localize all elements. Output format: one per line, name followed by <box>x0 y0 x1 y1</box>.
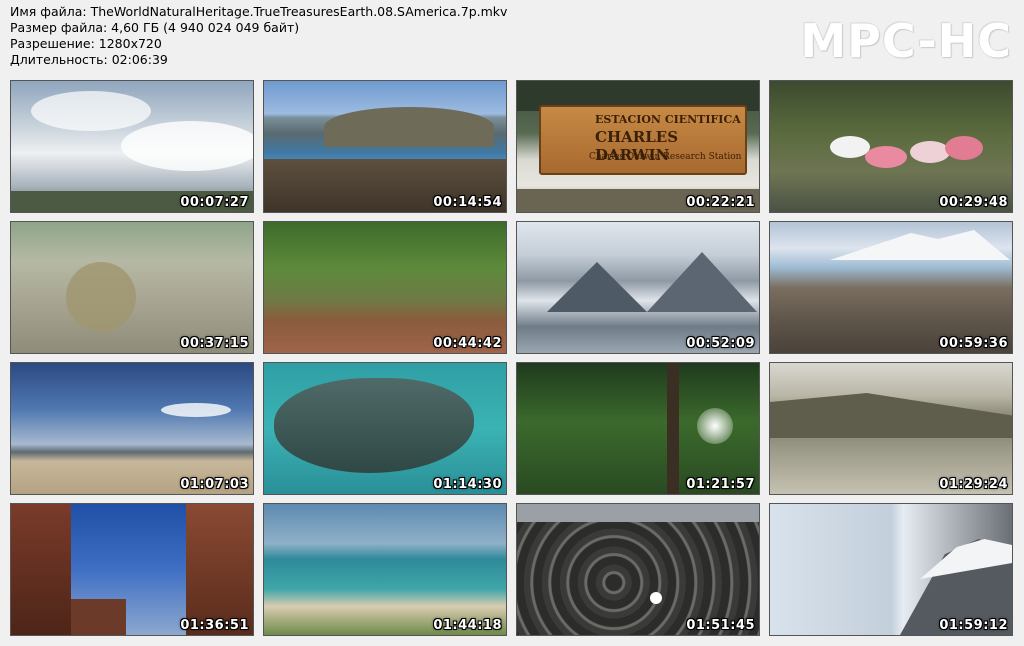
timestamp: 00:07:27 <box>180 195 249 210</box>
timestamp: 01:21:57 <box>686 477 755 492</box>
thumbnail-research-station-sign: ESTACION CIENTIFICA CHARLES DARWIN Charl… <box>516 80 760 213</box>
thumbnail-red-rock-canyon: 01:36:51 <box>10 503 254 636</box>
timestamp: 00:44:42 <box>433 336 502 351</box>
timestamp: 01:44:18 <box>433 618 502 633</box>
thumbnail-beach-with-birds: 01:07:03 <box>10 362 254 495</box>
timestamp: 01:07:03 <box>180 477 249 492</box>
timestamp: 01:36:51 <box>180 618 249 633</box>
thumbnail-misty-hills: 01:29:24 <box>769 362 1013 495</box>
thumbnail-turquoise-lagoon: 01:44:18 <box>263 503 507 636</box>
station-sign: ESTACION CIENTIFICA CHARLES DARWIN Charl… <box>539 105 747 175</box>
timestamp: 00:37:15 <box>180 336 249 351</box>
thumbnail-volcanic-island-coast: 00:14:54 <box>263 80 507 213</box>
timestamp: 01:59:12 <box>939 618 1008 633</box>
thumbnail-tidal-stromatolites: 01:51:45 <box>516 503 760 636</box>
thumbnail-cloudy-sky: 00:07:27 <box>10 80 254 213</box>
sign-line-1: ESTACION CIENTIFICA <box>595 113 741 126</box>
thumbnail-glacier-mountains: 00:52:09 <box>516 221 760 354</box>
thumbnail-spoonbills-in-water: 00:29:48 <box>769 80 1013 213</box>
timestamp: 01:29:24 <box>939 477 1008 492</box>
thumbnail-grid: 00:07:27 00:14:54 ESTACION CIENTIFICA CH… <box>0 0 1024 646</box>
timestamp: 00:52:09 <box>686 336 755 351</box>
thumbnail-forest-sunlight: 01:21:57 <box>516 362 760 495</box>
timestamp: 00:14:54 <box>433 195 502 210</box>
timestamp: 00:29:48 <box>939 195 1008 210</box>
timestamp: 01:14:30 <box>433 477 502 492</box>
thumbnail-ice-wall-mountain: 01:59:12 <box>769 503 1013 636</box>
sign-line-3: Charles Darwin Research Station <box>589 152 742 162</box>
thumbnail-dry-shrub-ground: 00:37:15 <box>10 221 254 354</box>
timestamp: 00:22:21 <box>686 195 755 210</box>
timestamp: 00:59:36 <box>939 336 1008 351</box>
thumbnail-grass-and-butterflies: 00:44:42 <box>263 221 507 354</box>
timestamp: 01:51:45 <box>686 618 755 633</box>
thumbnail-underwater-fish: 01:14:30 <box>263 362 507 495</box>
thumbnail-rocky-shore-glacier: 00:59:36 <box>769 221 1013 354</box>
